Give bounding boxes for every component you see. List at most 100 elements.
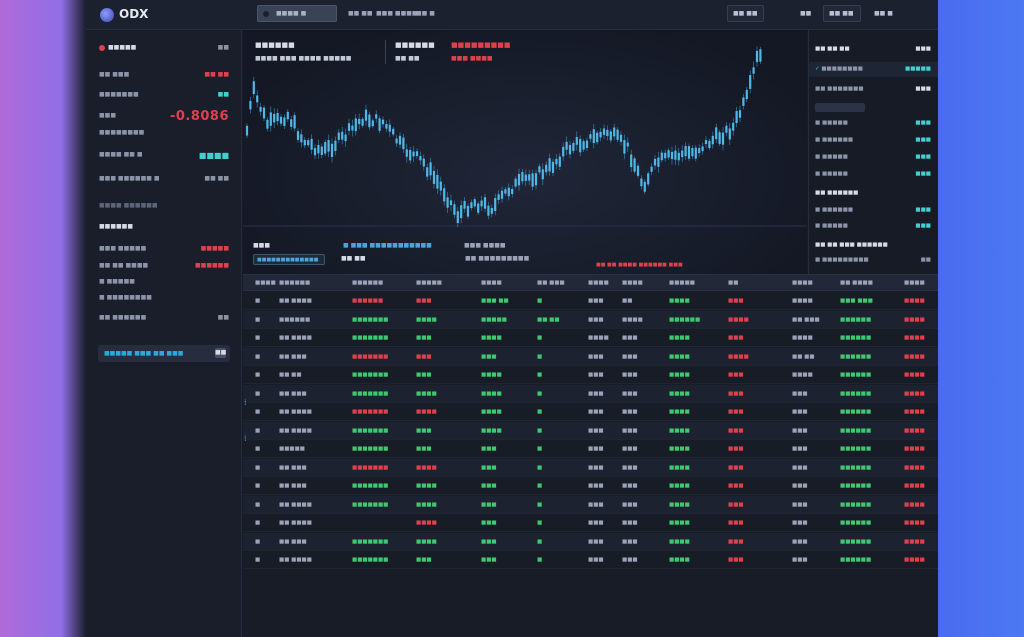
column-header[interactable]: ■■■■■ [416,280,442,286]
table-cell: ■ [537,483,543,489]
table-cell: ■■■■■■■ [352,390,389,397]
candle-body [698,148,701,154]
left-header-text: ■■■■■ [108,44,137,51]
nav-item-3[interactable]: ■■ ■ [416,10,435,17]
nav-item-1[interactable]: ■■ ■■ [348,10,373,17]
candle-body [684,145,687,157]
table-row[interactable]: ■■■ ■■■■■■■■■■■■■■■■■■■■■■■■■■■■■■■■■■■■… [243,551,938,569]
search-placeholder: ■■■■ ■ [276,10,307,17]
book-row: ■ ■■■■■ ■■■ [815,171,931,181]
book-highlight: ✓ ■■■■■■■■ ■■■■■ [815,66,931,76]
left-row: ■■■■■■■■ [99,129,229,141]
price-chart[interactable]: ■■■■■■ ■■■■ ■■■ ■■■■ ■■■■■ ■■■■■■ ■■ ■■ … [243,30,807,274]
table-cell: ■■■■ [416,390,437,397]
candle-body [582,141,585,150]
table-cell: ■■■ ■■■ [840,298,873,304]
book-row-value: ■■■ [915,223,931,229]
left-row-price: ■■■ -0.8086 [99,109,229,127]
candle-body [361,119,364,126]
candle-body [290,119,293,127]
table-cell: ■■■■ [416,409,437,415]
app-logo[interactable]: ODX [119,7,148,21]
table-cell: ■■■■■■ [840,390,872,397]
column-header[interactable]: ■■ ■■■■ [840,280,873,286]
table-cell: ■■■■ [669,390,690,397]
chart-foot-mid: ■ ■■■ ■■■■■■■■■■■ [343,242,432,249]
table-cell: ■ [255,409,261,415]
candle-body [313,148,317,156]
candle-body [674,150,677,160]
column-header[interactable]: ■■■■■ [669,280,695,286]
column-header[interactable]: ■■■■ [255,280,276,286]
candle-body [500,190,504,199]
book-filter-input[interactable] [815,103,865,112]
toolbar-button-4[interactable]: ■■ ■ [868,5,916,22]
column-header[interactable]: ■■ [728,280,738,286]
table-cell: ■■■■ [669,464,690,471]
table-row[interactable]: ■■■ ■■■■■■■■■■■■■■■■■■■■■■■■■■■■■■■■■■■■… [243,366,938,384]
table-cell: ■■■ [416,298,432,304]
table-row[interactable]: ■■■ ■■■■■■■■■■■■■■■■■■■■■■■■■■■■■■■■■■■■… [243,532,938,551]
candle-body [728,128,731,140]
table-cell: ■ [255,298,261,304]
table-cell: ■■■ [622,353,638,360]
table-cell: ■■■ [622,557,638,563]
candle-body [337,132,340,140]
column-header[interactable]: ■■ ■■■ [537,280,565,286]
column-header[interactable]: ■■■■ [588,280,609,286]
column-header[interactable]: ■■■■ [481,280,502,286]
candle-body [429,162,432,176]
candle-body [711,135,714,145]
table-cell: ■ [537,409,543,415]
column-header[interactable]: ■■■■ [792,280,813,286]
search-input[interactable]: ■■■■ ■ [257,5,337,22]
table-cell: ■■■ [416,353,432,360]
table-row[interactable]: ■■■ ■■■■■■■■■■■■■■■■■■■■■■■■■■■■■■■■■■■■… [243,477,938,495]
table-cell: ■■■■ [416,464,437,471]
table-cell: ■■■ [792,483,808,489]
column-header[interactable]: ■■■■ [904,280,925,286]
table-cell: ■■■■■■ [279,316,311,323]
candle-body [395,138,398,144]
table-row[interactable]: ■■■ ■■■■■■■■■■■■■■■■■■■■■■■■■■■■■■■■■■■■… [243,421,938,440]
table-row[interactable]: ■■■ ■■■■■■■■■■■■■■■■■■■■■■■■■■■■■■■■■■■■… [243,495,938,514]
toolbar-button-3[interactable]: ■■ ■■ [823,5,861,22]
table-row[interactable]: ■■■ ■■■■■■■■■■■■■■■■■■■■■■■■■■■■■■■■■■■■… [243,384,938,403]
table-row[interactable]: ■■■ ■■■■■■■■■■■■■■■■■■■■■■■■■■■■■■■■■■■■… [243,514,938,532]
table-row[interactable]: ■ ■■■■■ ■■■■■■■ ■■■ ■■■ ■ ■■■ ■■■ ■■■■ ■■■ ■■■ ■■■■… [243,440,938,458]
table-row[interactable]: ■■■ ■■■■■■■■■■■■■■■■■■■■■■■■■■■■■■■■■■■■… [243,458,938,477]
table-row[interactable]: ■ ■■ ■■■■ ■■■■■■ ■■■ ■■■ ■■ ■ ■■■ ■■ ■■■■ ■■■ ■■■■… [243,292,938,310]
table-row[interactable]: ■ ■■■■■■ ■■■■■■■ ■■■■ ■■■■■ ■■ ■■ ■■■ ■■■■ ■■■■■… [243,310,938,329]
candle-body [517,174,521,186]
price-change-value: -0.8086 [169,109,229,124]
column-header[interactable]: ■■■■■■ [352,280,383,286]
candle-body [619,134,623,142]
table-cell: ■■■ [728,557,744,563]
left-action-button[interactable]: ■■■■■ ■■■ ■■ ■■■ ■■ [98,345,230,362]
table-cell: ■■■■ [416,538,437,545]
candle-body [579,139,582,153]
candle-body [320,146,323,155]
table-cell: ■■■■ [904,353,925,360]
table-cell: ■■■■ [416,501,437,508]
chart-foot-label: ■■■ [253,242,271,249]
table-row[interactable]: ■■■ ■■■■■■■■■■■■■■■■■■■■■■■■■■■■■■■■■■■■… [243,403,938,421]
toolbar-button-2[interactable]: ■■ [794,5,814,22]
candle-body [725,125,728,133]
table-row[interactable]: ■ ■■ ■■■ ■■■■■■■ ■■■ ■■■ ■ ■■■ ■■■ ■■■■ ■■■■ ■■ ■■… [243,347,938,366]
left-action-icon: ■■ [215,348,227,358]
left-row-label: ■■■■■■■ [99,91,139,98]
column-header[interactable]: ■■■■■■ [279,280,310,286]
table-cell: ■■■ [728,335,744,341]
candle-body [388,124,391,132]
nav-item-2[interactable]: ■■■ ■■■■ [376,10,418,17]
candle-body [245,125,249,136]
chart-range-chip[interactable]: ■■■■■■■■■■■■■ [253,254,325,265]
column-header[interactable]: ■■■■ [622,280,643,286]
table-cell: ■■ ■■■ [279,390,307,397]
table-cell: ■■■■ [904,372,925,378]
table-row[interactable]: ■■■ ■■■■■■■■■■■■■■■■■■■■■■■■■■■■■■■■■■■■… [243,329,938,347]
toolbar-button-1[interactable]: ■■ ■■ [727,5,764,22]
table-cell: ■■■■ [481,409,502,415]
table-cell: ■ [537,427,543,434]
